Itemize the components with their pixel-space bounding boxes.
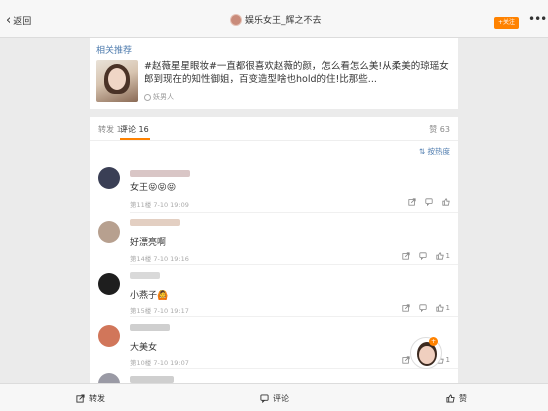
- comment-meta: 第10楼 7-10 19:07: [130, 359, 189, 367]
- comment-text: 女王😝😝😝: [130, 183, 177, 193]
- comment-icon[interactable]: [418, 252, 427, 260]
- tab-like[interactable]: 赞 63: [429, 124, 450, 135]
- comment-item: [90, 369, 458, 383]
- tab-comment[interactable]: 评论 16: [120, 124, 149, 135]
- top-nav-bar: ‹ 返回 娱乐女王_辉之不去 +关注 •••: [0, 0, 548, 38]
- like-icon[interactable]: [442, 198, 450, 206]
- page-title-text: 娱乐女王_辉之不去: [245, 16, 322, 26]
- like-icon: [446, 394, 455, 403]
- like-icon[interactable]: 1: [435, 252, 450, 260]
- comment-meta: 第11楼 7-10 19:09: [130, 201, 189, 209]
- comment-text: 小燕子🙆: [130, 291, 169, 301]
- floating-badge: +: [429, 337, 438, 346]
- comments-card: 转发 12 评论 16 赞 63 ⇅ 按热度 女王😝😝😝 第11楼 7-10 1…: [90, 117, 458, 383]
- related-source-label: 妖男人: [153, 93, 174, 101]
- comment-text: 大美女: [130, 343, 158, 353]
- comment-icon: [260, 394, 269, 403]
- repost-icon: [76, 394, 85, 403]
- comment-label: 评论: [273, 394, 289, 403]
- comment-item: 好漂亮啊 第14楼 7-10 19:16 1: [90, 213, 458, 265]
- bottom-action-bar: 转发 评论 赞: [0, 383, 548, 411]
- active-tab-indicator: [120, 138, 150, 140]
- avatar[interactable]: [98, 373, 120, 383]
- comment-text: 好漂亮啊: [130, 238, 167, 248]
- comment-actions: 1: [393, 252, 450, 260]
- share-icon[interactable]: [401, 356, 410, 364]
- share-icon[interactable]: [401, 304, 410, 312]
- avatar[interactable]: [98, 273, 120, 295]
- comment-actions: 1: [393, 304, 450, 312]
- back-label: 返回: [13, 17, 32, 27]
- comment-item: 大美女 第10楼 7-10 19:07 1: [90, 317, 458, 369]
- comment-button[interactable]: 评论: [260, 393, 289, 404]
- back-button[interactable]: ‹ 返回: [6, 14, 31, 27]
- like-count: 1: [445, 356, 450, 364]
- avatar[interactable]: [98, 325, 120, 347]
- comment-icon[interactable]: [418, 304, 427, 312]
- tab-bar: 转发 12 评论 16 赞 63: [90, 117, 458, 141]
- avatar[interactable]: [98, 167, 120, 189]
- username-blur: [130, 376, 174, 383]
- share-icon[interactable]: [408, 198, 416, 206]
- comment-meta: 第14楼 7-10 19:16: [130, 255, 189, 263]
- repost-button[interactable]: 转发: [76, 393, 105, 404]
- chevron-left-icon: ‹: [6, 13, 12, 28]
- page-title[interactable]: 娱乐女王_辉之不去: [230, 13, 322, 26]
- comment-actions: [399, 198, 450, 206]
- username-blur: [130, 324, 170, 331]
- comment-item: 小燕子🙆 第15楼 7-10 19:17 1: [90, 265, 458, 317]
- follow-button[interactable]: +关注: [494, 17, 519, 29]
- related-title: 相关推荐: [96, 46, 133, 56]
- sort-label: 按热度: [427, 147, 451, 156]
- like-label: 赞: [459, 394, 467, 403]
- avatar: [230, 13, 242, 26]
- repost-label: 转发: [89, 394, 105, 403]
- related-thumbnail: [96, 60, 138, 102]
- sort-button[interactable]: ⇅ 按热度: [419, 146, 450, 157]
- like-count: 1: [445, 252, 450, 260]
- comment-meta: 第15楼 7-10 19:17: [130, 307, 189, 315]
- username-blur: [130, 272, 160, 279]
- username-blur: [130, 219, 180, 226]
- more-icon[interactable]: •••: [528, 12, 547, 26]
- username-blur: [130, 170, 190, 177]
- related-text: #赵薇星星眼妆#一直都很喜欢赵薇的颜，怎么看怎么美!从柔美的琼瑶女郎到现在的知性…: [144, 61, 449, 85]
- like-count: 1: [445, 304, 450, 312]
- avatar[interactable]: [98, 221, 120, 243]
- like-button[interactable]: 赞: [446, 393, 467, 404]
- comment-item: 女王😝😝😝 第11楼 7-10 19:09: [90, 161, 458, 213]
- related-card[interactable]: 相关推荐 #赵薇星星眼妆#一直都很喜欢赵薇的颜，怎么看怎么美!从柔美的琼瑶女郎到…: [90, 38, 458, 109]
- sort-icon: ⇅: [418, 147, 428, 156]
- like-icon[interactable]: 1: [435, 304, 450, 312]
- related-source: 妖男人: [144, 92, 174, 102]
- source-icon: [144, 93, 151, 101]
- comment-icon[interactable]: [425, 198, 433, 206]
- share-icon[interactable]: [401, 252, 410, 260]
